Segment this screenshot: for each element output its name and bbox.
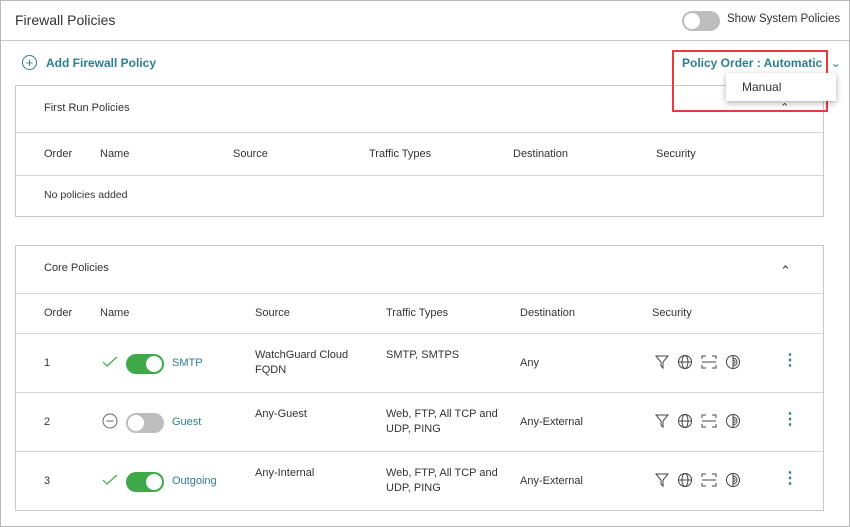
table-row[interactable]: 2 Guest Any-Guest Web, FTP, All TCP and … — [16, 393, 823, 452]
chevron-up-icon[interactable]: ⌃ — [780, 263, 791, 278]
scan-icon — [701, 355, 717, 369]
show-system-policies-toggle[interactable] — [682, 11, 720, 31]
chevron-down-icon: ⌄ — [830, 56, 841, 70]
filter-icon — [654, 355, 670, 370]
more-options-icon[interactable]: ⋮ — [782, 353, 798, 369]
col-source: Source — [233, 148, 268, 160]
shield-scan-icon — [726, 355, 740, 369]
policy-name-link[interactable]: SMTP — [172, 356, 203, 371]
policy-enable-toggle[interactable] — [126, 413, 164, 433]
core-header[interactable]: Core Policies ⌃ — [16, 246, 823, 294]
col-order: Order — [44, 307, 73, 319]
row-source: WatchGuard Cloud FQDN — [255, 349, 349, 376]
globe-icon — [678, 355, 692, 369]
col-name: Name — [100, 148, 130, 160]
policy-name-link[interactable]: Outgoing — [172, 474, 217, 489]
row-destination: Any-External — [520, 416, 583, 428]
header-divider — [1, 40, 849, 41]
filter-icon — [654, 473, 670, 488]
col-security: Security — [656, 148, 696, 160]
policy-name-link[interactable]: Guest — [172, 415, 201, 430]
add-firewall-policy-label: Add Firewall Policy — [46, 55, 157, 70]
plus-circle-icon: + — [22, 55, 37, 70]
row-destination: Any-External — [520, 475, 583, 487]
add-firewall-policy-button[interactable]: + Add Firewall Policy — [22, 55, 156, 70]
security-icons — [654, 413, 741, 429]
page-title: Firewall Policies — [15, 12, 116, 28]
row-source: Any-Guest — [255, 408, 307, 420]
first-run-title: First Run Policies — [44, 102, 130, 114]
col-source: Source — [255, 307, 290, 319]
policy-enable-toggle[interactable] — [126, 472, 164, 492]
row-order: 3 — [44, 475, 51, 487]
row-traffic: Web, FTP, All TCP and UDP, PING — [386, 467, 498, 494]
show-system-policies-label: Show System Policies — [727, 13, 841, 25]
core-column-headers: Order Name Source Traffic Types Destinat… — [16, 294, 823, 334]
col-security: Security — [652, 307, 692, 319]
policy-order-menu-item-manual[interactable]: Manual — [726, 73, 836, 101]
security-icons — [654, 354, 741, 370]
filter-icon — [654, 414, 670, 429]
row-order: 1 — [44, 357, 51, 369]
row-source: Any-Internal — [255, 467, 315, 479]
col-traffic: Traffic Types — [386, 307, 449, 319]
table-row[interactable]: 1 SMTP WatchGuard Cloud FQDN SMTP, SMTPS… — [16, 334, 823, 393]
core-policies-panel: Core Policies ⌃ Order Name Source Traffi… — [15, 245, 824, 511]
col-order: Order — [44, 148, 73, 160]
minus-circle-icon — [102, 413, 118, 429]
col-destination: Destination — [513, 148, 569, 160]
shield-scan-icon — [726, 414, 740, 428]
globe-icon — [678, 414, 692, 428]
more-options-icon[interactable]: ⋮ — [782, 412, 798, 428]
core-title: Core Policies — [44, 262, 109, 274]
row-traffic: SMTP, SMTPS — [386, 349, 460, 361]
check-icon — [102, 354, 118, 370]
row-order: 2 — [44, 416, 51, 428]
security-icons — [654, 472, 741, 488]
first-run-column-headers: Order Name Source Traffic Types Destinat… — [16, 133, 823, 176]
globe-icon — [678, 473, 692, 487]
more-options-icon[interactable]: ⋮ — [782, 471, 798, 487]
empty-message: No policies added — [44, 189, 128, 201]
row-destination: Any — [520, 357, 539, 369]
table-row[interactable]: 3 Outgoing Any-Internal Web, FTP, All TC… — [16, 452, 823, 511]
policy-enable-toggle[interactable] — [126, 354, 164, 374]
scan-icon — [701, 414, 717, 428]
col-traffic: Traffic Types — [369, 148, 432, 160]
shield-scan-icon — [726, 473, 740, 487]
check-icon — [102, 472, 118, 488]
col-destination: Destination — [520, 307, 576, 319]
col-name: Name — [100, 307, 130, 319]
scan-icon — [701, 473, 717, 487]
row-traffic: Web, FTP, All TCP and UDP, PING — [386, 408, 498, 435]
